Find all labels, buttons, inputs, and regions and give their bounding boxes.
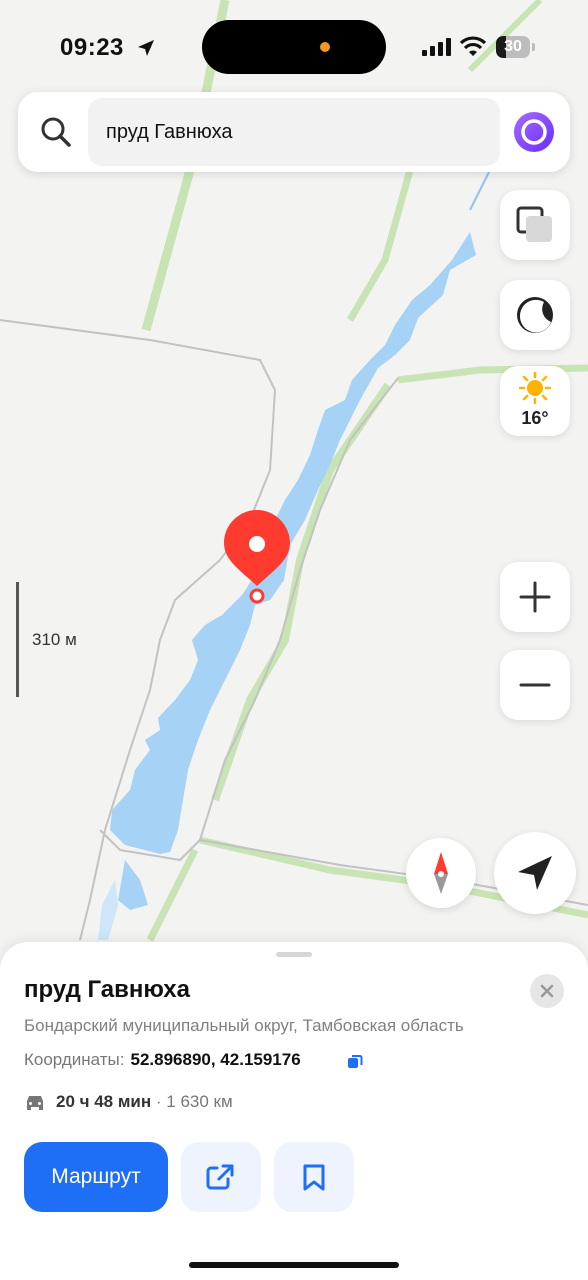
privacy-indicator — [320, 42, 330, 52]
status-bar: 09:23 30 — [0, 0, 588, 90]
status-time: 09:23 — [60, 34, 124, 61]
dynamic-island — [202, 20, 386, 74]
layers-button[interactable] — [500, 190, 570, 260]
close-icon — [540, 984, 554, 998]
zoom-out-button[interactable] — [500, 650, 570, 720]
wifi-icon — [460, 36, 486, 56]
home-indicator[interactable] — [189, 1262, 399, 1268]
place-card: пруд Гавнюха Бондарский муниципальный ок… — [0, 942, 588, 1280]
minus-icon — [519, 683, 551, 687]
sun-icon — [519, 372, 551, 404]
search-query: пруд Гавнюха — [106, 121, 233, 143]
copy-icon[interactable] — [345, 1052, 365, 1072]
place-address: Бондарский муниципальный округ, Тамбовск… — [24, 1016, 464, 1035]
bookmark-button[interactable] — [274, 1142, 354, 1212]
coordinates-value[interactable]: 52.896890, 42.159176 — [131, 1050, 301, 1069]
compass-icon — [434, 852, 448, 894]
place-title: пруд Гавнюха — [24, 976, 190, 1003]
travel-distance: · 1 630 км — [155, 1092, 233, 1111]
compass-button[interactable] — [406, 838, 476, 908]
my-location-button[interactable] — [494, 832, 576, 914]
theme-button[interactable] — [500, 280, 570, 350]
close-button[interactable] — [530, 974, 564, 1008]
coordinates-row: Координаты: 52.896890, 42.159176 — [24, 1050, 301, 1070]
scale-bar — [16, 582, 19, 697]
zoom-in-button[interactable] — [500, 562, 570, 632]
search-icon[interactable] — [38, 114, 74, 150]
weather-temperature: 16° — [521, 408, 549, 428]
scale-label: 310 м — [32, 630, 77, 649]
battery-level: 30 — [504, 38, 522, 55]
share-button[interactable] — [181, 1142, 261, 1212]
battery-indicator: 30 — [496, 36, 536, 58]
route-button[interactable]: Маршрут — [24, 1142, 168, 1212]
location-services-icon — [138, 40, 154, 56]
cellular-signal-icon — [422, 38, 451, 56]
travel-time: 20 ч 48 мин — [56, 1092, 152, 1111]
plus-icon — [519, 581, 551, 613]
share-icon — [206, 1164, 234, 1190]
alice-icon[interactable] — [514, 112, 554, 152]
navigation-arrow-icon — [518, 856, 552, 890]
car-icon — [27, 1096, 43, 1110]
map-pin-icon[interactable] — [222, 508, 292, 588]
search-input[interactable]: пруд Гавнюха — [88, 98, 500, 166]
coordinates-label: Координаты: — [24, 1050, 125, 1069]
layers-icon — [516, 206, 552, 242]
sheet-grabber[interactable] — [276, 952, 312, 957]
theme-icon — [517, 297, 553, 333]
search-bar: пруд Гавнюха — [18, 92, 570, 172]
bookmark-icon — [303, 1164, 325, 1191]
weather-button[interactable]: 16° — [500, 366, 570, 436]
